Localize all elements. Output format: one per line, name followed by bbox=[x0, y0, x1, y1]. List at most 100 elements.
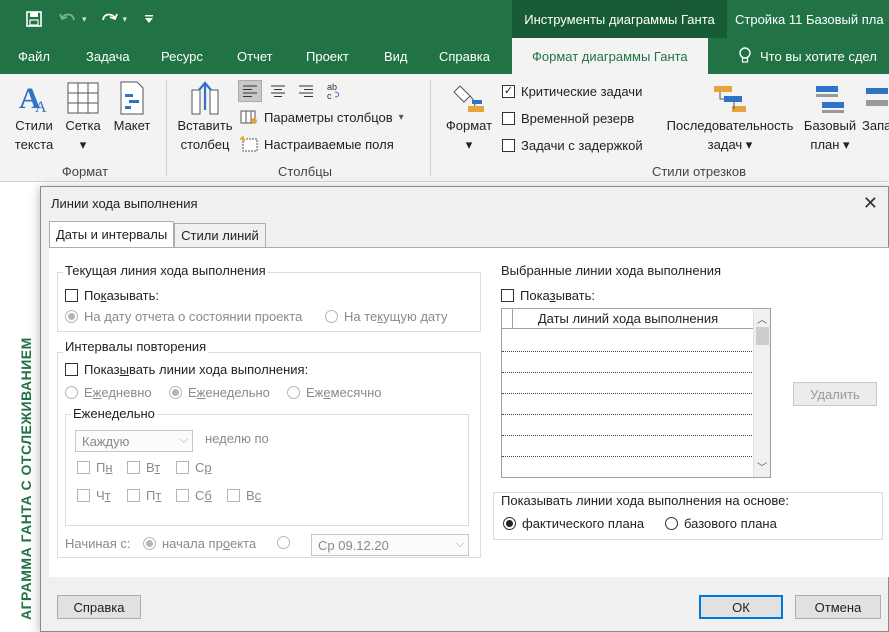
project-start-radio[interactable]: начала проекта bbox=[143, 536, 256, 551]
tab-view[interactable]: Вид bbox=[384, 38, 408, 74]
column-settings-button[interactable]: Параметры столбцов ▾ bbox=[240, 109, 404, 125]
undo-icon bbox=[59, 13, 75, 21]
checkbox-checked-icon[interactable]: ✓ bbox=[502, 85, 515, 98]
table-scrollbar[interactable]: ︿ ﹀ bbox=[753, 309, 770, 477]
checkbox-icon[interactable] bbox=[127, 461, 140, 474]
tab-task[interactable]: Задача bbox=[86, 38, 130, 74]
table-row[interactable] bbox=[502, 435, 754, 436]
checkbox-icon[interactable] bbox=[501, 289, 514, 302]
friday-checkbox[interactable]: Пт bbox=[127, 488, 161, 503]
undo-button[interactable] bbox=[56, 8, 80, 30]
align-left-button[interactable] bbox=[238, 80, 262, 102]
wrap-text-button[interactable]: ab c bbox=[322, 80, 346, 102]
radio-icon[interactable] bbox=[65, 386, 78, 399]
undo-dropdown-icon[interactable]: ▾ bbox=[82, 14, 87, 25]
redo-dropdown-icon[interactable]: ▾ bbox=[123, 14, 128, 25]
start-date-select[interactable]: Ср 09.12.20 ⌵ bbox=[311, 534, 469, 556]
checkbox-icon[interactable] bbox=[227, 489, 240, 502]
table-row[interactable] bbox=[502, 456, 754, 457]
show-selected-checkbox[interactable]: Показывать: bbox=[501, 288, 595, 303]
tell-me-search[interactable]: Что вы хотите сдел bbox=[738, 38, 877, 74]
show-interval-lines-checkbox[interactable]: Показывать линии хода выполнения: bbox=[65, 362, 308, 377]
tab-report[interactable]: Отчет bbox=[237, 38, 273, 74]
actual-plan-radio[interactable]: фактического плана bbox=[503, 516, 644, 531]
checkbox-icon[interactable] bbox=[65, 363, 78, 376]
weekly-radio[interactable]: Еженедельно bbox=[169, 385, 270, 400]
thursday-checkbox[interactable]: Чт bbox=[77, 488, 111, 503]
text-styles-icon: AA bbox=[19, 82, 47, 116]
current-date-radio[interactable]: На текущую дату bbox=[325, 309, 447, 324]
delete-button[interactable]: Удалить bbox=[793, 382, 877, 406]
table-row[interactable] bbox=[502, 414, 754, 415]
checkbox-icon[interactable] bbox=[65, 289, 78, 302]
daily-radio[interactable]: Ежедневно bbox=[65, 385, 152, 400]
help-button[interactable]: Справка bbox=[57, 595, 141, 619]
tuesday-checkbox[interactable]: Вт bbox=[127, 460, 160, 475]
tab-project[interactable]: Проект bbox=[306, 38, 349, 74]
ok-button[interactable]: ОК bbox=[699, 595, 783, 619]
baseline-icon bbox=[816, 86, 844, 113]
table-row[interactable] bbox=[502, 372, 754, 373]
baseline-plan-radio[interactable]: базового плана bbox=[665, 516, 777, 531]
current-line-title: Текущая линия хода выполнения bbox=[63, 263, 268, 278]
scroll-up-icon[interactable]: ︿ bbox=[754, 311, 770, 327]
table-row[interactable] bbox=[502, 393, 754, 394]
tell-me-text: Что вы хотите сдел bbox=[760, 48, 877, 64]
checkbox-icon[interactable] bbox=[127, 489, 140, 502]
radio-selected-icon[interactable] bbox=[65, 310, 78, 323]
tab-help[interactable]: Справка bbox=[439, 38, 490, 74]
table-row[interactable] bbox=[502, 351, 754, 352]
checkbox-icon[interactable] bbox=[77, 461, 90, 474]
sunday-checkbox[interactable]: Вс bbox=[227, 488, 261, 503]
gridlines-button[interactable]: Сетка ▾ bbox=[62, 80, 104, 154]
tab-file[interactable]: Файл bbox=[18, 38, 50, 74]
baseline-button[interactable]: Базовый план ▾ bbox=[800, 80, 860, 154]
progress-dates-table[interactable]: Даты линий хода выполнения ︿ ﹀ bbox=[501, 308, 771, 478]
slack-checkbox[interactable]: Временной резерв bbox=[502, 111, 634, 126]
checkbox-icon[interactable] bbox=[176, 489, 189, 502]
checkbox-icon[interactable] bbox=[502, 112, 515, 125]
monday-checkbox[interactable]: Пн bbox=[77, 460, 113, 475]
dialog-tabs: Даты и интервалы Стили линий bbox=[49, 221, 266, 247]
show-current-checkbox[interactable]: Показывать: bbox=[65, 288, 159, 303]
align-right-button[interactable] bbox=[294, 80, 318, 102]
checkbox-icon[interactable] bbox=[176, 461, 189, 474]
radio-icon[interactable] bbox=[287, 386, 300, 399]
radio-selected-icon[interactable] bbox=[143, 537, 156, 550]
scroll-thumb[interactable] bbox=[756, 327, 769, 345]
wednesday-checkbox[interactable]: Ср bbox=[176, 460, 212, 475]
align-right-icon bbox=[299, 85, 313, 97]
tab-resource[interactable]: Ресурс bbox=[161, 38, 203, 74]
radio-icon[interactable] bbox=[665, 517, 678, 530]
bar-format-button[interactable]: Формат ▾ bbox=[440, 80, 498, 154]
critical-tasks-checkbox[interactable]: ✓ Критические задачи bbox=[502, 84, 642, 99]
save-button[interactable] bbox=[22, 8, 46, 30]
tab-gantt-format[interactable]: Формат диаграммы Ганта bbox=[512, 38, 708, 74]
task-path-button[interactable]: Последовательность задач ▾ bbox=[660, 80, 800, 154]
radio-icon[interactable] bbox=[277, 536, 290, 549]
custom-fields-button[interactable]: Настраиваемые поля bbox=[240, 136, 394, 152]
monthly-radio[interactable]: Ежемесячно bbox=[287, 385, 382, 400]
customize-toolbar-button[interactable] bbox=[137, 8, 161, 30]
insert-column-button[interactable]: Вставить столбец bbox=[174, 80, 236, 154]
status-date-radio[interactable]: На дату отчета о состоянии проекта bbox=[65, 309, 302, 324]
late-tasks-checkbox[interactable]: Задачи с задержкой bbox=[502, 138, 643, 153]
tab-dates-intervals[interactable]: Даты и интервалы bbox=[49, 221, 175, 247]
radio-selected-icon[interactable] bbox=[169, 386, 182, 399]
checkbox-icon[interactable] bbox=[502, 139, 515, 152]
slippage-button[interactable]: Запа bbox=[862, 80, 889, 135]
redo-button[interactable] bbox=[97, 8, 121, 30]
checkbox-icon[interactable] bbox=[77, 489, 90, 502]
layout-button[interactable]: Макет bbox=[110, 80, 154, 135]
text-styles-button[interactable]: AA Стили текста bbox=[12, 80, 56, 154]
radio-icon[interactable] bbox=[325, 310, 338, 323]
saturday-checkbox[interactable]: Сб bbox=[176, 488, 212, 503]
close-icon[interactable]: ✕ bbox=[863, 193, 878, 214]
cancel-button[interactable]: Отмена bbox=[795, 595, 881, 619]
tab-line-styles[interactable]: Стили линий bbox=[174, 223, 266, 247]
align-center-button[interactable] bbox=[266, 80, 290, 102]
scroll-down-icon[interactable]: ﹀ bbox=[754, 459, 770, 475]
every-week-select[interactable]: Каждую ⌵ bbox=[75, 430, 193, 452]
start-date-radio[interactable] bbox=[277, 536, 290, 549]
radio-selected-icon[interactable] bbox=[503, 517, 516, 530]
